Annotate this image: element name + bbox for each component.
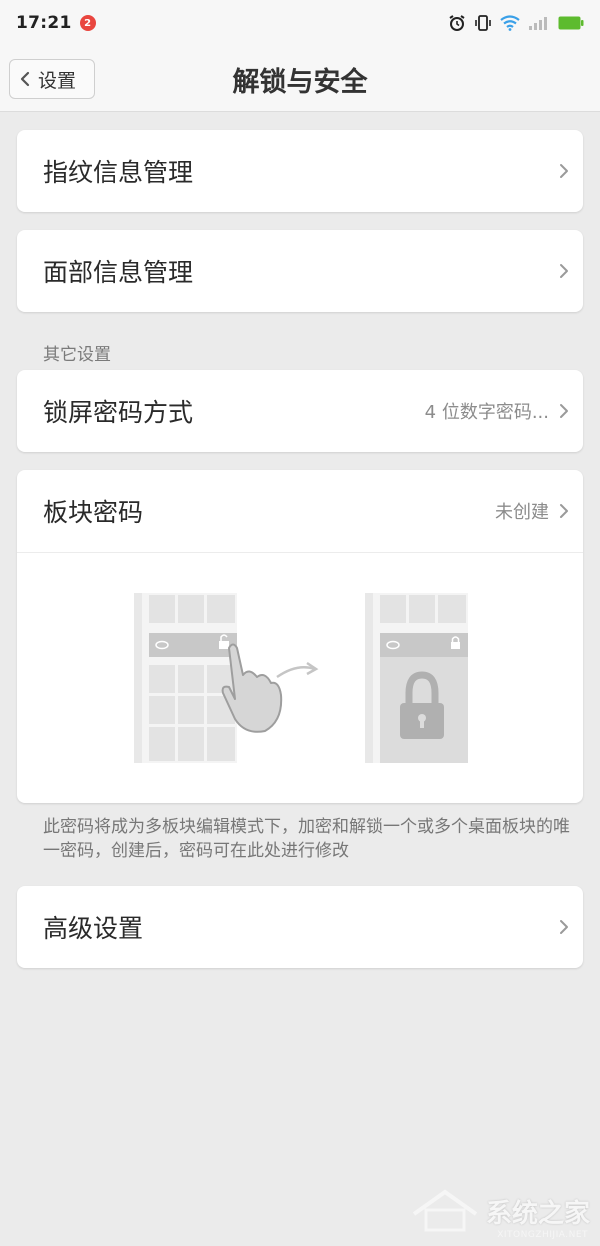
wifi-icon [500, 15, 520, 31]
section-header-other: 其它设置 [43, 345, 111, 365]
status-bar: 17:21 2 [0, 0, 600, 46]
fingerprint-row[interactable]: 指纹信息管理 [17, 130, 583, 212]
lockscreen-password-value: 4 位数字密码... [424, 402, 549, 423]
chevron-right-icon [560, 164, 568, 178]
advanced-row[interactable]: 高级设置 [17, 886, 583, 968]
face-label: 面部信息管理 [43, 258, 194, 287]
block-password-illustration [134, 593, 468, 763]
vibrate-icon [475, 15, 491, 31]
chevron-right-icon [560, 920, 568, 934]
lockscreen-card: 锁屏密码方式 4 位数字密码... [17, 370, 583, 452]
home-grid-illustration [134, 593, 237, 763]
battery-icon [558, 16, 584, 30]
block-password-label: 板块密码 [43, 498, 144, 527]
back-chevron-icon [20, 71, 30, 87]
chevron-right-icon [560, 264, 568, 278]
status-time: 17:21 [16, 13, 72, 33]
face-card: 面部信息管理 [17, 230, 583, 312]
fingerprint-card: 指纹信息管理 [17, 130, 583, 212]
back-button-label: 设置 [38, 69, 77, 92]
status-icons [448, 14, 584, 32]
lockscreen-password-row[interactable]: 锁屏密码方式 4 位数字密码... [17, 370, 583, 452]
face-row[interactable]: 面部信息管理 [17, 230, 583, 312]
lockscreen-password-label: 锁屏密码方式 [43, 398, 194, 427]
watermark: 系统之家 XITONGZHIJIA.NET [410, 1188, 590, 1240]
block-password-value: 未创建 [495, 502, 549, 523]
title-bar: 设置 解锁与安全 [0, 46, 600, 112]
signal-icon [529, 17, 547, 30]
block-password-note: 此密码将成为多板块编辑模式下，加密和解锁一个或多个桌面板块的唯一密码，创建后，密… [43, 817, 570, 861]
watermark-title: 系统之家 [485, 1198, 590, 1229]
chevron-right-icon [560, 404, 568, 418]
alarm-icon [449, 15, 465, 31]
house-logo-icon [412, 1189, 478, 1232]
chevron-right-icon [560, 504, 568, 518]
watermark-subtitle: XITONGZHIJIA.NET [497, 1229, 588, 1240]
advanced-card: 高级设置 [17, 886, 583, 968]
advanced-label: 高级设置 [43, 914, 144, 943]
arrow-icon [276, 661, 319, 679]
block-password-card: 板块密码 未创建 [17, 470, 583, 803]
fingerprint-label: 指纹信息管理 [43, 158, 194, 187]
locked-grid-illustration [365, 593, 468, 763]
block-password-row[interactable]: 板块密码 未创建 [17, 470, 583, 552]
notification-badge: 2 [79, 15, 96, 31]
back-button[interactable]: 设置 [9, 59, 95, 99]
